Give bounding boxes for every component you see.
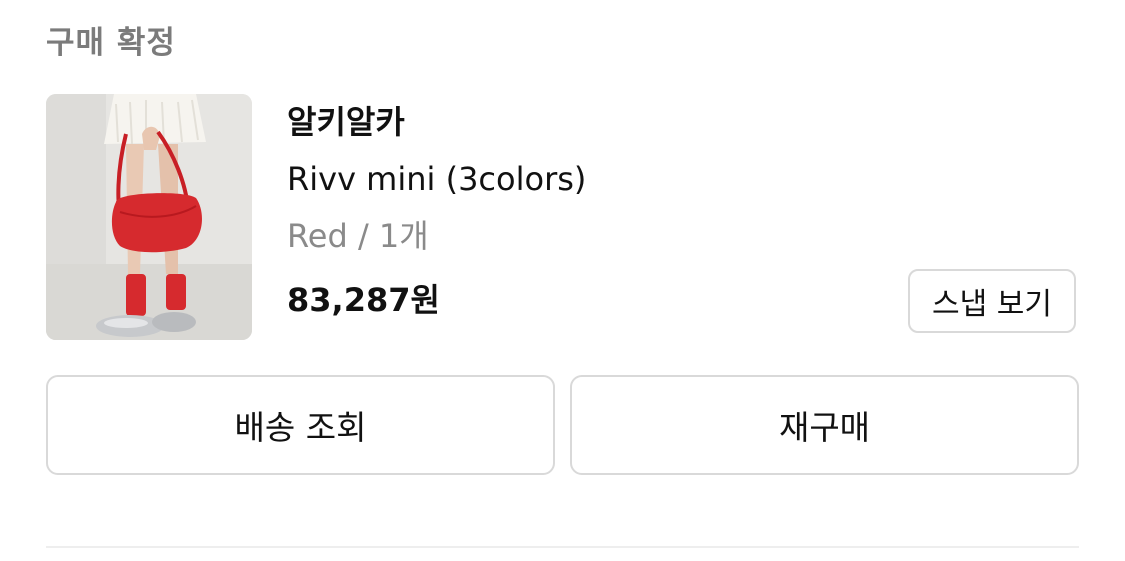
track-delivery-button[interactable]: 배송 조회 [46,375,555,475]
order-item-card: 구매 확정 알키알카 Rivv mini (3colors) Red / 1개 … [0,0,1125,561]
order-status-title: 구매 확정 [46,25,176,61]
product-option: Red / 1개 [287,217,429,255]
product-name[interactable]: Rivv mini (3colors) [287,157,586,201]
snap-view-button[interactable]: 스냅 보기 [908,269,1076,333]
product-brand[interactable]: 알키알카 [287,100,405,144]
reorder-button[interactable]: 재구매 [570,375,1079,475]
section-divider [46,546,1079,548]
product-price: 83,287원 [287,281,440,319]
product-thumbnail[interactable] [46,94,252,340]
